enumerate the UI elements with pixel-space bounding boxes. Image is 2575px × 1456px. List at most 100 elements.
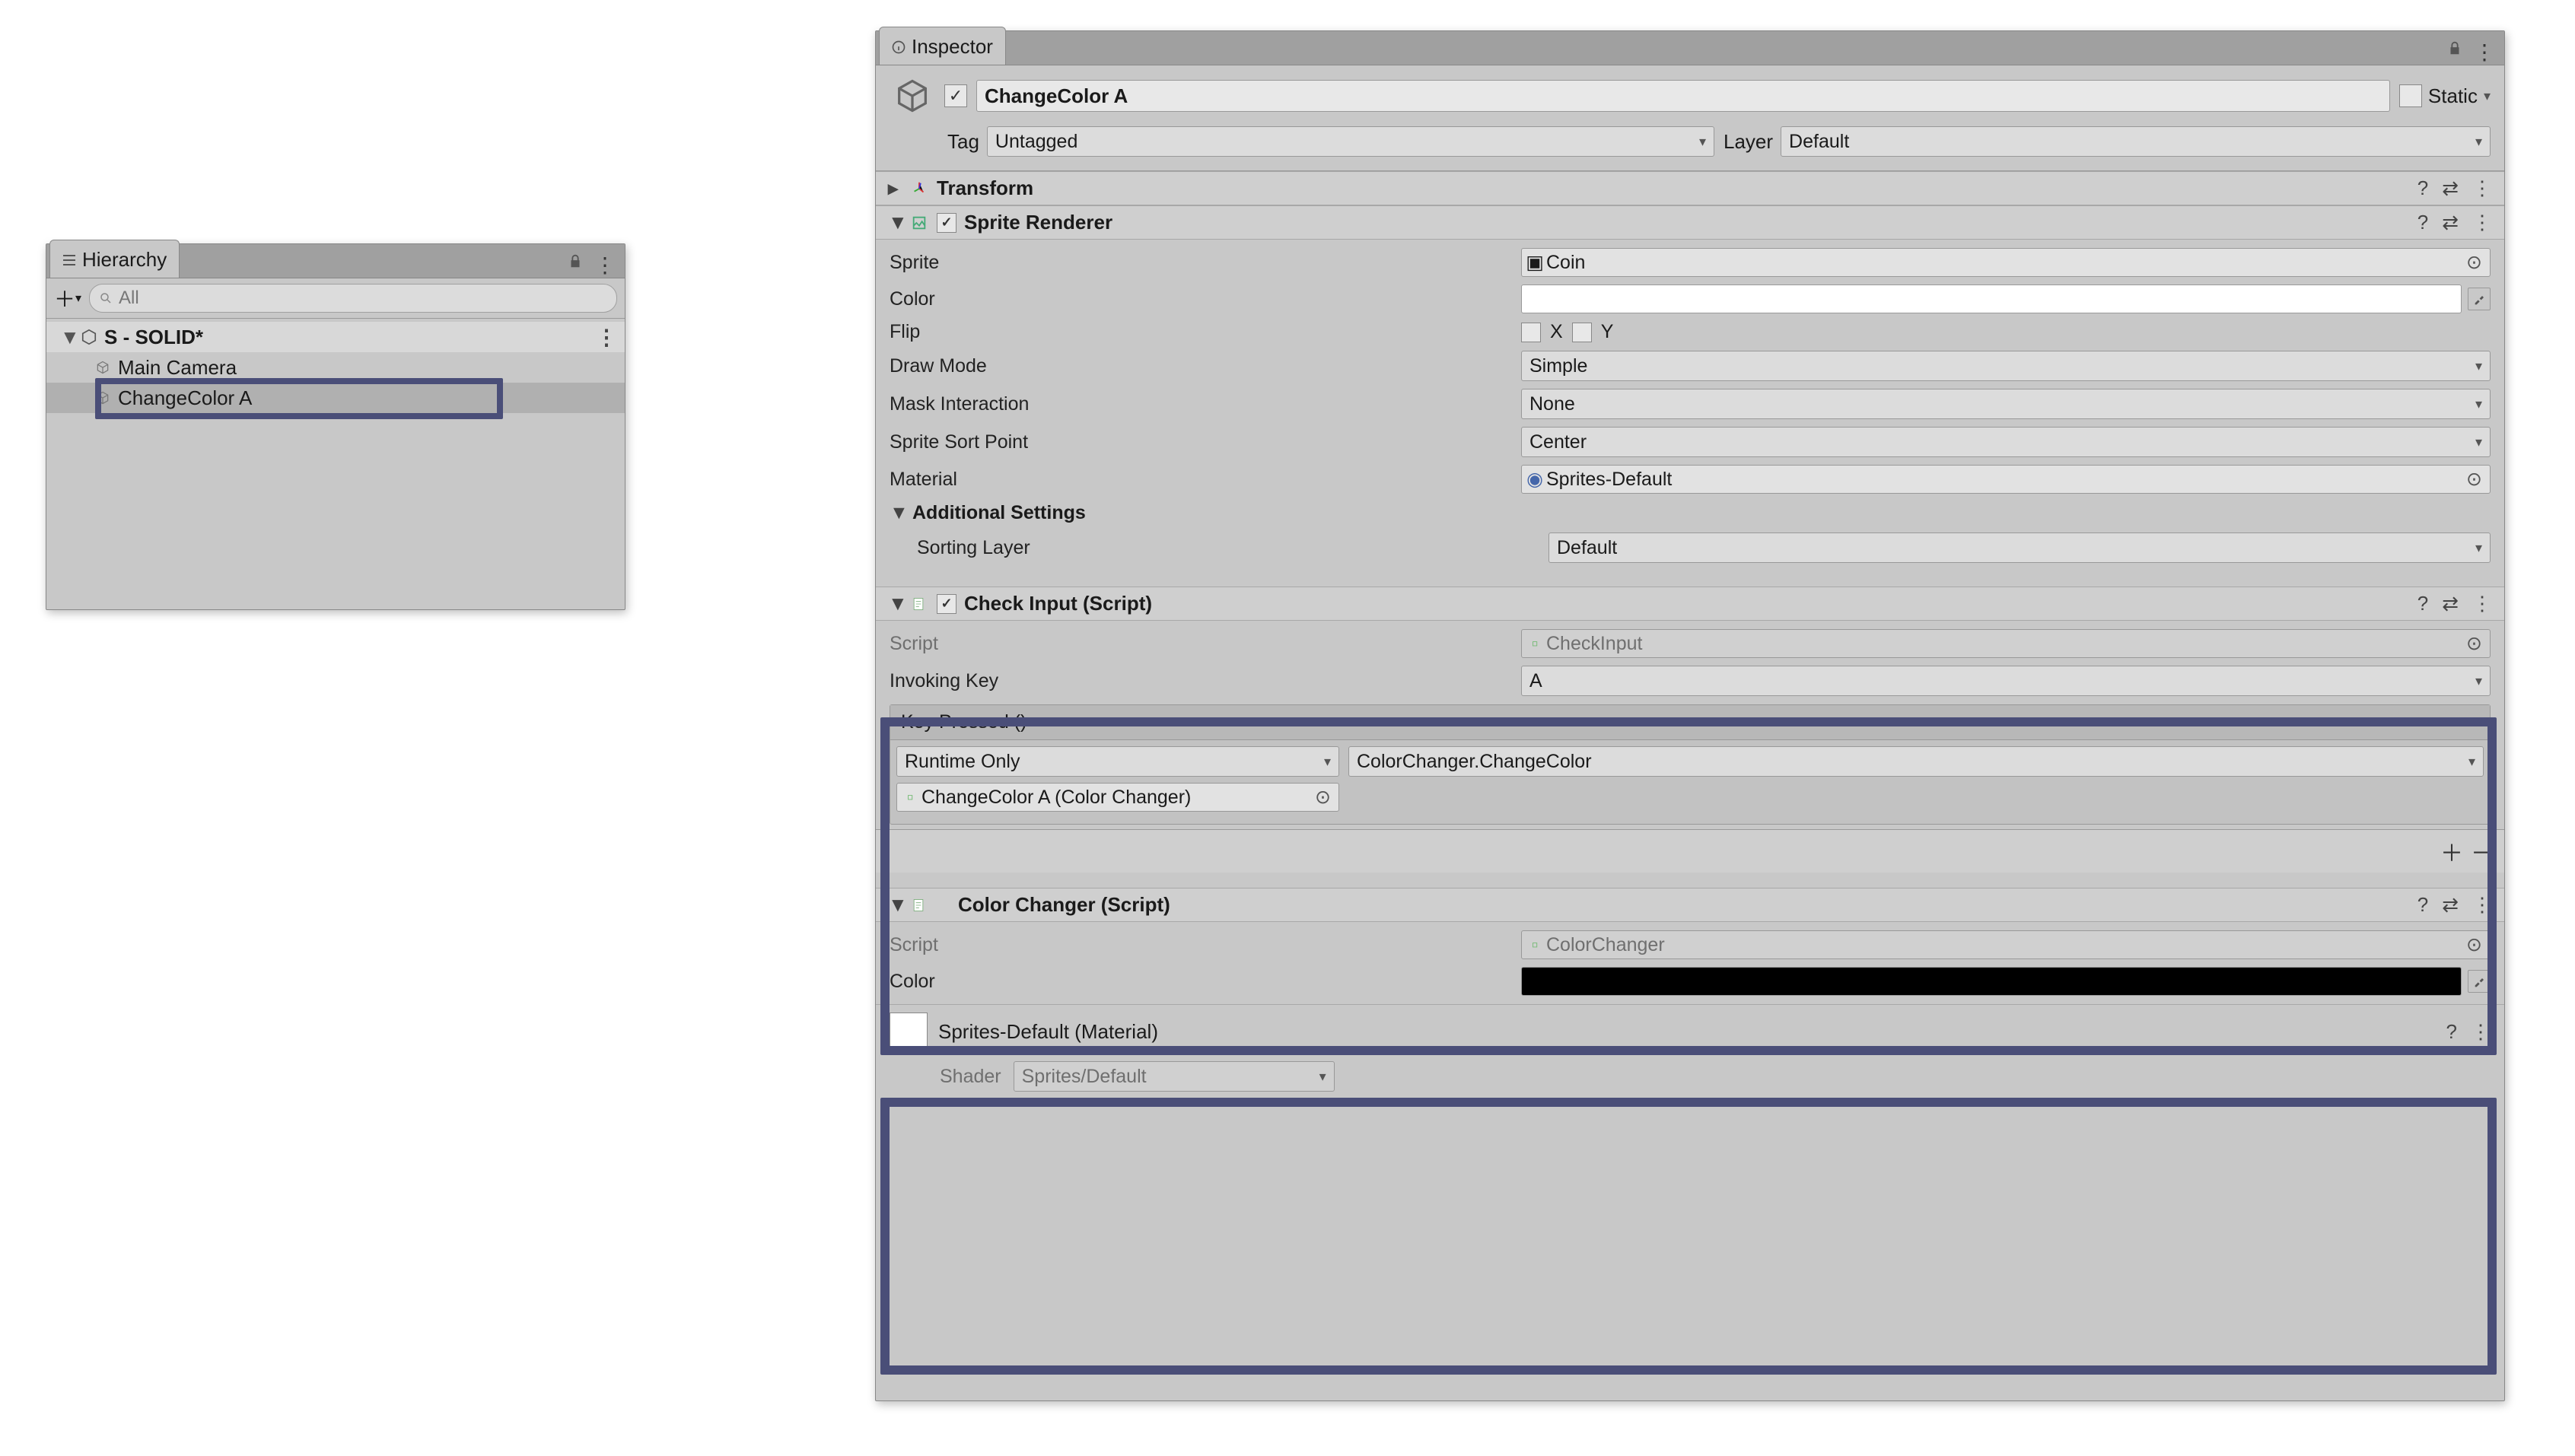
lock-icon[interactable] <box>2446 40 2463 65</box>
caret-down-icon: ▼ <box>888 211 903 234</box>
tab-inspector[interactable]: Inspector <box>879 27 1006 65</box>
component-sprite-renderer-header[interactable]: ▼ ✓ Sprite Renderer ? ⇄ ⋮ <box>876 205 2504 240</box>
chevron-down-icon: ▾ <box>1319 1069 1326 1085</box>
gameobject-header: ✓ ChangeColor A Static ▾ Tag Untagged ▾ … <box>876 65 2504 171</box>
check-input-body: Script ▫CheckInput ⊙ Invoking Key A▾ Key… <box>876 621 2504 829</box>
hierarchy-item-changecolor-a[interactable]: ChangeColor A <box>46 383 625 413</box>
sprite-color-field[interactable] <box>1521 285 2462 313</box>
gameobject-active-checkbox[interactable]: ✓ <box>944 84 967 107</box>
flip-label: Flip <box>890 321 1521 343</box>
kebab-menu-icon[interactable]: ⋮ <box>594 253 616 278</box>
tag-value: Untagged <box>995 131 1077 153</box>
color-changer-title: Color Changer (Script) <box>937 893 2410 917</box>
kebab-menu-icon[interactable]: ⋮ <box>2471 1020 2491 1044</box>
event-title: Key Pressed () <box>890 705 2490 740</box>
unity-event-keypressed: Key Pressed () Runtime Only▾ ColorChange… <box>890 704 2491 825</box>
material-section-header[interactable]: Sprites-Default (Material) ? ⋮ <box>876 1004 2504 1058</box>
invoking-key-value: A <box>1529 670 1542 692</box>
hierarchy-search-input[interactable]: All <box>89 284 617 313</box>
sorting-layer-dropdown[interactable]: Default▾ <box>1549 532 2491 563</box>
event-target-object-field[interactable]: ▫ChangeColor A (Color Changer) ⊙ <box>896 783 1339 812</box>
hierarchy-item-main-camera[interactable]: Main Camera <box>46 352 625 383</box>
object-picker-icon[interactable]: ⊙ <box>2466 468 2482 491</box>
transform-title: Transform <box>937 176 2410 200</box>
check-input-title: Check Input (Script) <box>964 592 2410 615</box>
event-remove-button[interactable]: － <box>2471 834 2494 868</box>
color-changer-script-value: ColorChanger <box>1546 934 1665 955</box>
cube-outline-icon <box>94 389 112 407</box>
static-label: Static <box>2428 84 2478 108</box>
chevron-down-icon: ▾ <box>2475 540 2482 556</box>
object-picker-icon: ⊙ <box>2466 632 2482 655</box>
preset-icon[interactable]: ⇄ <box>2442 893 2459 917</box>
help-icon[interactable]: ? <box>2417 893 2428 917</box>
object-picker-icon[interactable]: ⊙ <box>2466 251 2482 274</box>
hierarchy-tab-label: Hierarchy <box>82 248 167 272</box>
lock-icon[interactable] <box>567 253 584 278</box>
caret-down-icon: ▼ <box>890 502 905 524</box>
add-button[interactable]: ＋▾ <box>54 283 81 313</box>
chevron-down-icon[interactable]: ▾ <box>2484 88 2491 104</box>
hierarchy-icon <box>61 252 78 269</box>
event-calltype-dropdown[interactable]: Runtime Only▾ <box>896 746 1339 777</box>
event-add-button[interactable]: ＋ <box>2440 834 2463 868</box>
material-shader-row: Shader Sprites/Default ▾ <box>876 1058 2504 1099</box>
component-transform-header[interactable]: ▸ Transform ? ⇄ ⋮ <box>876 171 2504 205</box>
shader-label: Shader <box>940 1066 1001 1088</box>
draw-mode-dropdown[interactable]: Simple▾ <box>1521 351 2491 381</box>
sprite-sort-point-dropdown[interactable]: Center▾ <box>1521 427 2491 457</box>
color-changer-script-field: ▫ColorChanger ⊙ <box>1521 930 2491 959</box>
kebab-menu-icon[interactable]: ⋮ <box>2472 893 2492 917</box>
tag-label: Tag <box>947 130 979 154</box>
tab-hierarchy[interactable]: Hierarchy <box>49 240 180 278</box>
tag-dropdown[interactable]: Untagged ▾ <box>987 126 1714 157</box>
shader-dropdown[interactable]: Sprites/Default ▾ <box>1014 1061 1335 1092</box>
chevron-down-icon: ▾ <box>1324 754 1331 770</box>
eyedropper-icon[interactable] <box>2468 288 2491 310</box>
sprite-renderer-body: Sprite ▣Coin ⊙ Color Flip X <box>876 240 2504 571</box>
color-changer-body: Script ▫ColorChanger ⊙ Color <box>876 922 2504 1004</box>
search-icon <box>99 291 113 305</box>
preset-icon[interactable]: ⇄ <box>2442 211 2459 234</box>
check-input-enabled-checkbox[interactable]: ✓ <box>937 594 956 614</box>
component-check-input-header[interactable]: ▼ ✓ Check Input (Script) ? ⇄ ⋮ <box>876 587 2504 621</box>
component-color-changer-header[interactable]: ▼ Color Changer (Script) ? ⇄ ⋮ <box>876 888 2504 922</box>
flip-y-label: Y <box>1601 321 1614 343</box>
eyedropper-icon[interactable] <box>2468 970 2491 993</box>
help-icon[interactable]: ? <box>2417 176 2428 200</box>
kebab-menu-icon[interactable]: ⋮ <box>2472 211 2492 234</box>
help-icon[interactable]: ? <box>2417 211 2428 234</box>
inspector-panel: Inspector ⋮ ✓ ChangeColor A Static ▾ <box>875 30 2505 1401</box>
sprite-object-field[interactable]: ▣Coin ⊙ <box>1521 248 2491 277</box>
color-changer-color-label: Color <box>890 971 1521 993</box>
gameobject-cube-icon[interactable] <box>890 73 935 119</box>
preset-icon[interactable]: ⇄ <box>2442 592 2459 615</box>
material-object-field[interactable]: ◉Sprites-Default ⊙ <box>1521 465 2491 494</box>
event-function-dropdown[interactable]: ColorChanger.ChangeColor▾ <box>1348 746 2484 777</box>
sprite-renderer-enabled-checkbox[interactable]: ✓ <box>937 213 956 233</box>
object-picker-icon[interactable]: ⊙ <box>1315 786 1331 809</box>
invoking-key-dropdown[interactable]: A▾ <box>1521 666 2491 696</box>
search-placeholder: All <box>119 288 139 309</box>
preset-icon[interactable]: ⇄ <box>2442 176 2459 200</box>
additional-settings-header[interactable]: ▼ Additional Settings <box>890 498 2491 529</box>
help-icon[interactable]: ? <box>2417 592 2428 615</box>
scene-row[interactable]: ▼ S - SOLID* ⋮ <box>46 322 625 352</box>
flip-y-checkbox[interactable] <box>1572 323 1592 342</box>
invoking-key-label: Invoking Key <box>890 670 1521 692</box>
kebab-menu-icon[interactable]: ⋮ <box>596 325 617 350</box>
mask-interaction-dropdown[interactable]: None▾ <box>1521 389 2491 419</box>
static-checkbox[interactable] <box>2399 84 2422 107</box>
help-icon[interactable]: ? <box>2446 1020 2457 1044</box>
color-changer-color-field[interactable] <box>1521 967 2462 996</box>
kebab-menu-icon[interactable]: ⋮ <box>2474 40 2495 65</box>
cube-outline-icon <box>94 358 112 377</box>
flip-x-checkbox[interactable] <box>1521 323 1541 342</box>
gameobject-name-input[interactable]: ChangeColor A <box>976 80 2390 112</box>
kebab-menu-icon[interactable]: ⋮ <box>2472 592 2492 615</box>
additional-settings-label: Additional Settings <box>912 502 1086 524</box>
highlight-color-changer <box>880 1098 2497 1375</box>
kebab-menu-icon[interactable]: ⋮ <box>2472 176 2492 200</box>
layer-dropdown[interactable]: Default ▾ <box>1781 126 2491 157</box>
caret-down-icon[interactable]: ▼ <box>60 326 74 349</box>
